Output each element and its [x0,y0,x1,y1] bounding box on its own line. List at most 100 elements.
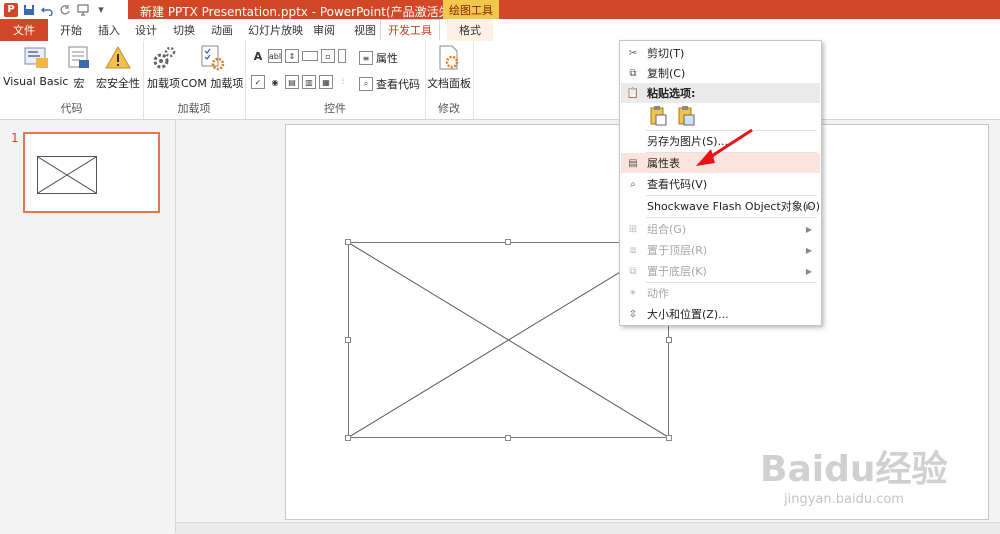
qat-customize-icon[interactable]: ▾ [94,3,108,17]
macro-icon [64,43,94,73]
macro-button[interactable]: 宏 [64,43,94,91]
resize-handle[interactable] [666,435,672,441]
addins-label: 加载项 [147,77,180,90]
code-group: Visual Basic 宏 宏安全性 代码 [0,41,144,119]
tab-animations[interactable]: 动画 [204,19,240,41]
tab-view[interactable]: 视图 [347,19,383,41]
tab-insert[interactable]: 插入 [91,19,127,41]
visual-basic-icon [21,43,51,73]
menu-item-copy-label: 复制(C) [647,67,686,80]
document-panel-label: 文档面板 [427,77,471,90]
view-code-icon: ⌕ [359,77,373,91]
properties-button[interactable]: ≡ 属性 [359,50,398,66]
macro-security-button[interactable]: 宏安全性 [96,43,140,91]
scrollbar-control-icon[interactable] [338,49,346,63]
macro-security-label: 宏安全性 [96,77,140,90]
menu-item-bring-to-front[interactable]: ⧈ 置于顶层(R) ▶ [621,240,820,260]
image-control-icon[interactable]: ▫ [321,49,335,63]
spin-button-icon[interactable]: ⇕ [285,49,299,63]
context-menu: ✂ 剪切(T) ⧉ 复制(C) 📋 粘贴选项: 另存为图片(S)... ▤ 属性… [619,40,822,326]
visual-basic-label: Visual Basic [3,75,69,88]
menu-item-cut[interactable]: ✂ 剪切(T) [621,43,820,63]
resize-handle[interactable] [505,239,511,245]
resize-handle[interactable] [505,435,511,441]
menu-item-action[interactable]: ✶ 动作 [621,283,820,303]
resize-handle[interactable] [666,337,672,343]
tab-design[interactable]: 设计 [128,19,164,41]
macro-label: 宏 [73,77,85,90]
addins-group-label: 加载项 [177,102,211,115]
submenu-arrow-icon: ▶ [805,245,812,255]
scissors-icon: ✂ [628,47,638,59]
tab-format[interactable]: 格式 [447,19,493,41]
combobox-control-icon[interactable]: ▥ [302,75,316,89]
toggle-button-icon[interactable]: ▤ [285,75,299,89]
menu-item-send-to-back[interactable]: ⧉ 置于底层(K) ▶ [621,261,820,281]
submenu-arrow-icon: ▶ [805,266,812,276]
menu-item-size-position[interactable]: ⇳ 大小和位置(Z)... [621,304,820,324]
checkbox-control-icon[interactable]: ✓ [251,75,265,89]
view-code-button[interactable]: ⌕ 查看代码 [359,76,420,92]
annotation-arrow-icon [696,128,753,166]
com-addins-button[interactable]: COM 加载项 [181,43,243,91]
quick-access-toolbar: P ▾ [0,0,128,19]
menu-item-group[interactable]: ⊞ 组合(G) ▶ [621,219,820,239]
paste-options-header: 📋 粘贴选项: [621,83,820,103]
properties-label: 属性 [376,52,398,65]
view-code-icon: ⌕ [630,178,636,190]
paste-icon: 📋 [626,87,640,99]
menu-item-group-label: 组合(G) [647,223,687,236]
option-button-icon[interactable]: ◉ [268,75,282,89]
menu-item-view-code-label: 查看代码(V) [647,178,708,191]
tab-transitions[interactable]: 切换 [166,19,202,41]
horizontal-scrollbar[interactable] [176,522,1000,534]
redo-icon[interactable] [58,3,72,17]
menu-item-view-code[interactable]: ⌕ 查看代码(V) [621,174,820,194]
menu-item-flash-object[interactable]: Shockwave Flash Object对象(O) ▶ [621,196,820,216]
tab-file[interactable]: 文件 [0,19,48,41]
controls-row-2: ✓ ◉ ▤ ▥ ▦ ⫶ [251,75,350,89]
save-icon[interactable] [22,3,36,17]
label-control-icon[interactable]: A [251,49,265,63]
group-icon: ⊞ [628,223,638,235]
listbox-control-icon[interactable]: ▦ [319,75,333,89]
tab-review[interactable]: 审阅 [306,19,342,41]
command-button-icon[interactable] [302,51,318,61]
presentation-icon[interactable] [76,3,90,17]
tab-home[interactable]: 开始 [53,19,89,41]
modify-group: 文档面板 修改 [425,41,474,119]
code-group-label: 代码 [60,102,83,115]
watermark-url: jingyan.baidu.com [784,492,904,507]
tab-slideshow[interactable]: 幻灯片放映 [241,19,310,41]
textbox-control-icon[interactable]: abl [268,49,282,63]
undo-icon[interactable] [40,3,54,17]
tab-developer[interactable]: 开发工具 [380,19,440,41]
more-controls-icon[interactable]: ⫶ [336,75,350,89]
submenu-arrow-icon: ▶ [805,224,812,234]
powerpoint-logo-icon: P [4,2,18,17]
menu-item-cut-label: 剪切(T) [647,47,685,60]
size-position-icon: ⇳ [628,308,638,320]
resize-handle[interactable] [345,435,351,441]
controls-row-1: A abl ⇕ ▫ [251,49,346,63]
menu-item-copy[interactable]: ⧉ 复制(C) [621,63,820,83]
paste-keep-source-icon[interactable] [648,105,668,130]
menu-separator [646,217,817,218]
slide-number: 1 [11,131,19,145]
resize-handle[interactable] [345,337,351,343]
document-panel-icon [434,43,464,73]
warning-icon [103,43,133,73]
addins-group: 加载项 COM 加载项 加载项 [143,41,246,119]
paste-option-buttons [648,105,696,130]
visual-basic-button[interactable]: Visual Basic [3,43,68,88]
menu-item-bring-to-front-label: 置于顶层(R) [647,244,708,257]
watermark-logo: Baidu经验 [760,449,948,490]
resize-handle[interactable] [345,239,351,245]
window-title: 新建 PPTX Presentation.pptx - PowerPoint(产… [140,5,468,19]
ribbon: Visual Basic 宏 宏安全性 代码 加载项 COM 加载项 加载项 A… [0,41,1000,120]
document-panel-button[interactable]: 文档面板 [427,43,471,91]
submenu-arrow-icon: ▶ [805,201,812,211]
com-addins-icon [197,43,227,73]
controls-group: A abl ⇕ ▫ ✓ ◉ ▤ ▥ ▦ ⫶ ≡ 属性 ⌕ 查看代码 控件 [245,41,426,119]
addins-button[interactable]: 加载项 [147,43,180,91]
